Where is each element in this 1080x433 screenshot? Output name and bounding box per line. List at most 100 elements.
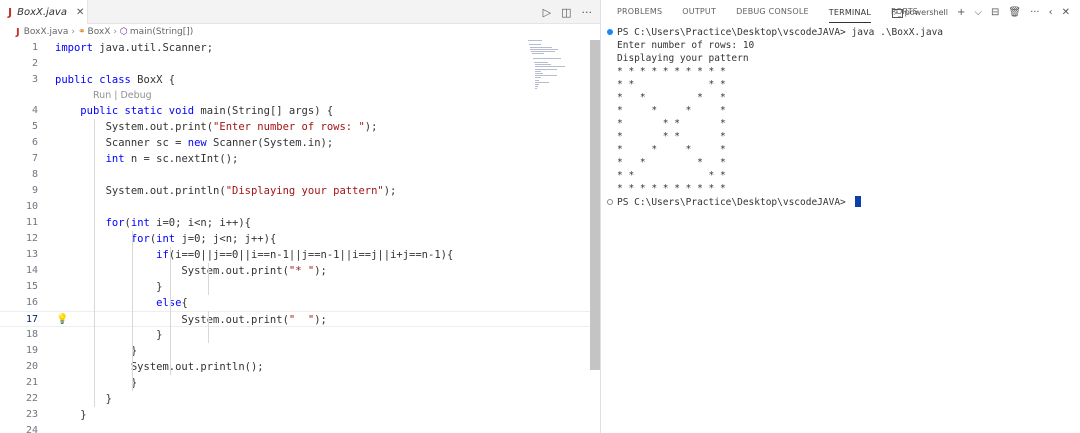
code-text: for(int i=0; i<n; i++){ xyxy=(105,217,251,229)
bottom-panel: PROBLEMS OUTPUT DEBUG CONSOLE TERMINAL P… xyxy=(601,0,1080,433)
breadcrumb-method[interactable]: main(String[]) xyxy=(130,27,193,37)
line-number: 16 xyxy=(25,297,38,308)
code-line[interactable]: 22 } xyxy=(0,391,590,407)
minimap-line xyxy=(531,51,555,52)
editor-tab-boxx[interactable]: J BoxX.java ✕ xyxy=(0,0,88,24)
code-line[interactable]: 12 for(int j=0; j<n; j++){ xyxy=(0,231,590,247)
code-text: } xyxy=(55,329,163,341)
code-line[interactable]: 6 Scanner sc = new Scanner(System.in); xyxy=(0,135,590,151)
breadcrumb-file[interactable]: BoxX.java xyxy=(24,27,69,37)
minimap-line xyxy=(531,53,544,55)
terminal-line: Displaying your pattern xyxy=(617,53,749,64)
editor-tab-label: BoxX.java xyxy=(17,6,67,18)
code-line[interactable]: 23 } xyxy=(0,407,590,423)
minimap-line xyxy=(530,48,559,50)
code-line[interactable]: 20 System.out.println(); xyxy=(0,359,590,375)
tab-problems[interactable]: PROBLEMS xyxy=(617,0,662,24)
command-success-dot[interactable] xyxy=(607,29,613,35)
chevron-left-icon[interactable]: ‹ xyxy=(1049,7,1053,18)
code-line[interactable]: 8 xyxy=(0,167,590,183)
trash-icon[interactable]: 🗑 xyxy=(1008,7,1021,18)
editor-scrollbar[interactable] xyxy=(590,40,600,370)
code-text: } xyxy=(55,409,87,421)
lightbulb-icon[interactable]: 💡 xyxy=(56,312,68,328)
code-line[interactable]: 2 xyxy=(0,56,590,72)
code-text: public static void main(String[] args) { xyxy=(80,105,334,117)
minimap-line xyxy=(535,70,542,72)
code-line[interactable]: 4 public static void main(String[] args)… xyxy=(0,103,590,119)
tab-debug-console[interactable]: DEBUG CONSOLE xyxy=(736,0,809,24)
breadcrumb-class[interactable]: BoxX xyxy=(88,27,111,37)
code-line[interactable]: 14 System.out.print("* "); xyxy=(0,263,590,279)
terminal-line: PS C:\Users\Practice\Desktop\vscodeJAVA>… xyxy=(617,27,944,38)
code-line[interactable]: 16 else{ xyxy=(0,295,590,311)
terminal-line: PS C:\Users\Practice\Desktop\vscodeJAVA> xyxy=(617,196,861,209)
code-line[interactable]: 24 xyxy=(0,423,590,433)
terminal-output[interactable]: PS C:\Users\Practice\Desktop\vscodeJAVA>… xyxy=(607,26,1077,426)
minimap-line xyxy=(529,46,552,48)
code-text: System.out.println("Displaying your patt… xyxy=(55,185,397,197)
indent-guide xyxy=(208,263,209,295)
java-file-icon: J xyxy=(8,5,13,19)
close-panel-icon[interactable]: ✕ xyxy=(1062,7,1070,18)
minimap-line xyxy=(535,68,558,70)
code-area[interactable]: 1 import java.util.Scanner; 2 3 public class… xyxy=(0,40,590,433)
line-number: 11 xyxy=(25,217,38,228)
code-line[interactable]: 10 xyxy=(0,199,590,215)
minimap-line xyxy=(535,81,550,83)
run-icon[interactable]: ▷ xyxy=(543,6,551,19)
tab-terminal[interactable]: TERMINAL xyxy=(828,1,872,23)
code-text: for(int j=0; j<n; j++){ xyxy=(130,233,277,245)
code-line[interactable]: 1 import java.util.Scanner; xyxy=(0,40,590,56)
indent-guide xyxy=(208,311,209,343)
code-text: import java.util.Scanner; xyxy=(55,42,214,54)
code-line[interactable]: 15 } xyxy=(0,279,590,295)
add-terminal-icon[interactable]: + xyxy=(957,7,965,18)
terminal-selector[interactable]: >_ powershell xyxy=(891,7,948,18)
minimap-line xyxy=(535,88,538,90)
terminal-line: * * * * xyxy=(617,92,732,103)
tab-output[interactable]: OUTPUT xyxy=(682,0,716,24)
minimap-line xyxy=(535,75,558,77)
more-actions-icon[interactable]: ··· xyxy=(1030,7,1040,18)
terminal-line: * * * * xyxy=(617,118,732,129)
code-line[interactable]: 9 System.out.println("Displaying your pa… xyxy=(0,183,590,199)
code-line[interactable]: 18 } xyxy=(0,327,590,343)
terminal-line: * * * * xyxy=(617,157,732,168)
code-line[interactable]: 5 System.out.print("Enter number of rows… xyxy=(0,119,590,135)
close-icon[interactable]: ✕ xyxy=(76,7,84,18)
more-actions-icon[interactable]: ··· xyxy=(582,6,593,19)
code-line[interactable]: 3 public class BoxX { xyxy=(0,72,590,88)
split-terminal-icon[interactable]: ⊟ xyxy=(991,7,999,18)
panel-actions: >_ powershell + ⌵ ⊟ 🗑 ··· ‹ ✕ xyxy=(891,0,1070,24)
code-text: int n = sc.nextInt(); xyxy=(105,153,239,165)
code-line[interactable]: 7 int n = sc.nextInt(); xyxy=(0,151,590,167)
line-number: 12 xyxy=(25,233,38,244)
code-line[interactable]: 13 if(i==0||j==0||i==n-1||j==n-1||i==j||… xyxy=(0,247,590,263)
line-number: 4 xyxy=(31,105,38,116)
minimap-line xyxy=(534,64,551,66)
code-text: if(i==0||j==0||i==n-1||j==n-1||i==j||i+j… xyxy=(156,249,454,261)
code-line[interactable]: 21 } xyxy=(0,375,590,391)
chevron-right-icon: › xyxy=(71,27,75,37)
line-number: 20 xyxy=(25,361,38,372)
minimap-line xyxy=(535,77,542,79)
minimap[interactable] xyxy=(528,40,578,100)
line-number: 10 xyxy=(25,201,38,212)
code-line[interactable]: 19 } xyxy=(0,343,590,359)
code-text: System.out.print("Enter number of rows: … xyxy=(55,121,378,133)
chevron-down-icon[interactable]: ⌵ xyxy=(974,7,982,18)
split-editor-icon[interactable]: ◫ xyxy=(561,6,571,19)
code-line[interactable]: 11 for(int i=0; i<n; i++){ xyxy=(0,215,590,231)
line-number: 1 xyxy=(31,42,38,53)
line-number: 6 xyxy=(31,137,38,148)
command-pending-dot[interactable] xyxy=(607,199,613,205)
minimap-line xyxy=(534,62,548,63)
codelens-run-debug[interactable]: Run | Debug xyxy=(93,89,152,103)
indent-guide xyxy=(132,231,133,391)
java-file-icon: J xyxy=(16,26,20,38)
shell-name: powershell xyxy=(904,7,948,17)
line-number: 17 xyxy=(25,314,38,325)
code-line[interactable]: 17 System.out.print(" "); 💡 xyxy=(0,311,590,327)
line-number: 19 xyxy=(25,345,38,356)
